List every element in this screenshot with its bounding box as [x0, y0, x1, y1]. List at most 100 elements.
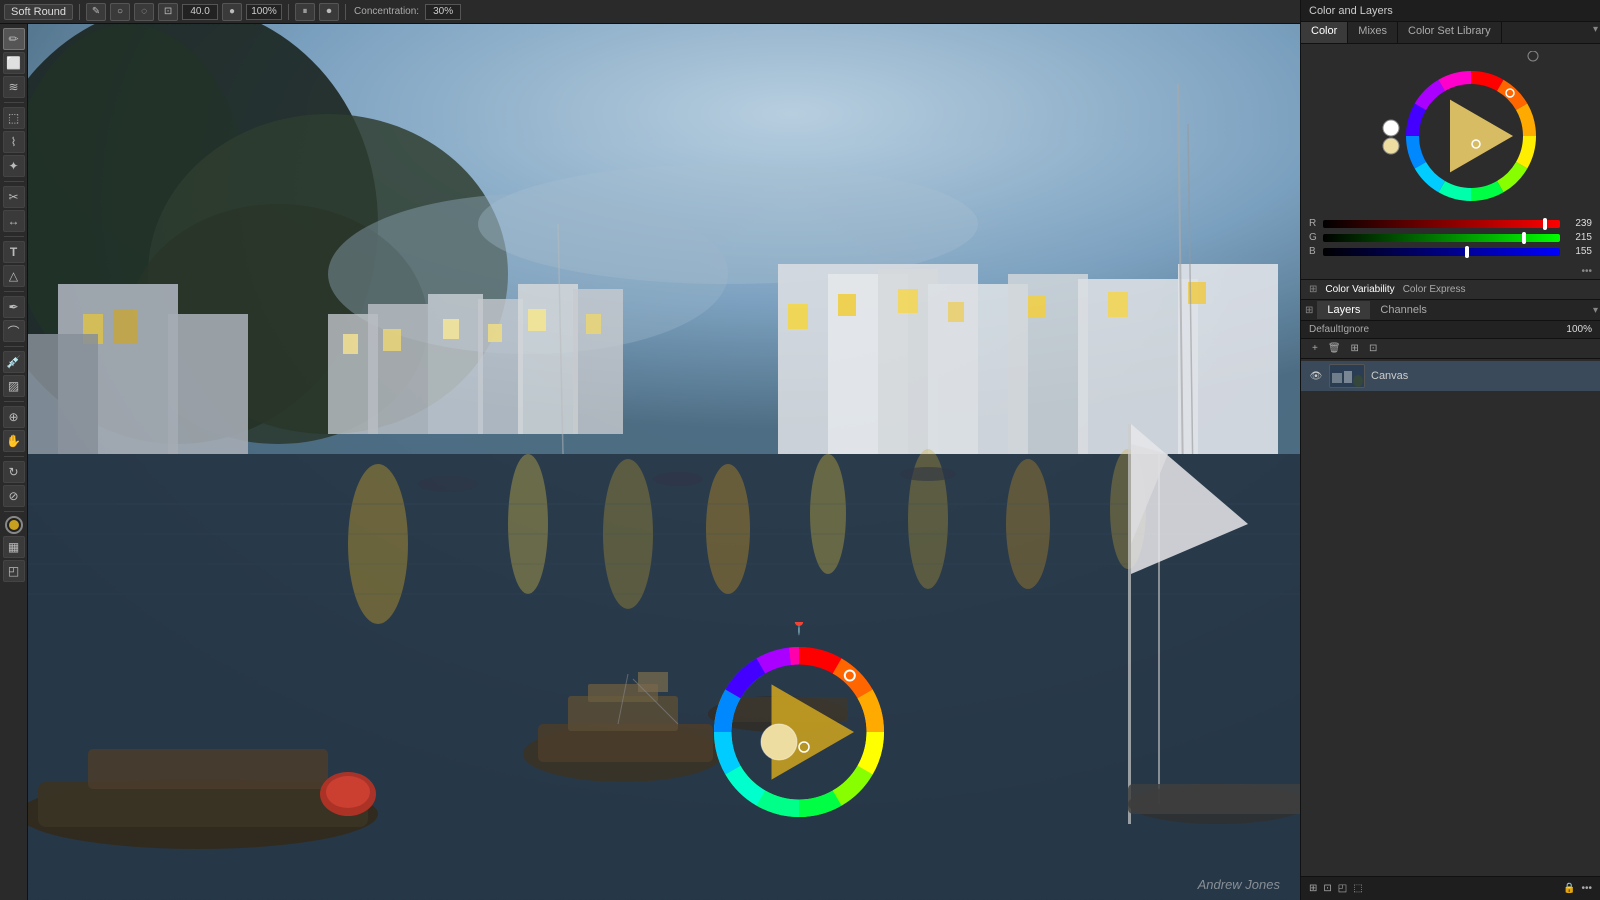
b-value: 155 — [1564, 246, 1592, 257]
text-tool[interactable]: T — [3, 241, 25, 263]
color-variability-section: ⊞ Color Variability Color Express — [1301, 279, 1600, 299]
new-layer-btn[interactable]: + — [1309, 342, 1321, 355]
tool-separator-4 — [4, 291, 24, 292]
panel-btn-2[interactable]: ⊡ — [1323, 883, 1331, 894]
g-value: 215 — [1564, 232, 1592, 243]
color-tab-library[interactable]: Color Set Library — [1398, 22, 1502, 43]
color-variability-label[interactable]: Color Variability — [1325, 284, 1394, 295]
shape-tool[interactable]: △ — [3, 265, 25, 287]
painting-canvas[interactable]: 📍 — [28, 24, 1300, 900]
magic-wand-tool[interactable]: ✦ — [3, 155, 25, 177]
panel-color-wheel-svg[interactable] — [1361, 51, 1541, 211]
layers-tab-layers[interactable]: Layers — [1317, 301, 1370, 319]
b-label: B — [1309, 246, 1319, 257]
layers-panel-menu-icon[interactable]: ▾ — [1591, 303, 1600, 318]
location-pin-icon: 📍 — [789, 622, 809, 636]
duplicate-layer-btn[interactable]: ⊡ — [1366, 342, 1380, 355]
eyedropper-tool[interactable]: 💉 — [3, 351, 25, 373]
color-panel-menu-icon[interactable]: ▾ — [1591, 22, 1600, 43]
layers-tabs: ⊞ Layers Channels ▾ — [1301, 299, 1600, 321]
paper-texture-tool[interactable]: ▦ — [3, 536, 25, 558]
zoom-tool[interactable]: ⊕ — [3, 406, 25, 428]
tool-separator-5 — [4, 346, 24, 347]
author-watermark: Andrew Jones — [1198, 877, 1280, 892]
size-slider-btn[interactable]: ● — [222, 3, 242, 21]
canvas-area: 📍 — [28, 24, 1300, 900]
b-slider-track[interactable] — [1323, 248, 1560, 256]
brush-shape-btn[interactable]: ○ — [110, 3, 130, 21]
color-dots-menu[interactable]: ••• — [1581, 266, 1592, 277]
group-layer-btn[interactable]: ⊞ — [1348, 342, 1362, 355]
lasso-tool[interactable]: ⌇ — [3, 131, 25, 153]
panel-color-wheel[interactable] — [1301, 44, 1600, 214]
r-slider-thumb[interactable] — [1543, 218, 1547, 230]
rotate-canvas-tool[interactable]: ↻ — [3, 461, 25, 483]
tool-separator-7 — [4, 456, 24, 457]
hand-tool[interactable]: ✋ — [3, 430, 25, 452]
layers-opacity-value: 100% — [1566, 324, 1592, 335]
color-express-label[interactable]: Color Express — [1403, 284, 1466, 295]
eraser-tool[interactable]: ⬜ — [3, 52, 25, 74]
layers-tab-channels[interactable]: Channels — [1370, 301, 1436, 319]
pause-btn[interactable]: ⏸ — [295, 3, 315, 21]
panel-btn-1[interactable]: ⊞ — [1309, 883, 1317, 894]
brush-name-label: Soft Round — [4, 4, 73, 20]
mirror-tool[interactable]: ⊘ — [3, 485, 25, 507]
layer-item-canvas[interactable]: 👁 Canvas — [1301, 361, 1600, 391]
b-slider-thumb[interactable] — [1465, 246, 1469, 258]
crop-tool[interactable]: ✂ — [3, 186, 25, 208]
layer-visibility-icon[interactable]: 👁 — [1309, 369, 1323, 383]
tool-separator-2 — [4, 181, 24, 182]
r-value: 239 — [1564, 218, 1592, 229]
layer-name-canvas: Canvas — [1371, 370, 1592, 382]
color-tab-color[interactable]: Color — [1301, 22, 1348, 43]
panel-lock-icon[interactable]: 🔒 — [1563, 883, 1575, 894]
tool-separator-6 — [4, 401, 24, 402]
opacity-input[interactable] — [246, 4, 282, 20]
g-label: G — [1309, 232, 1319, 243]
bezier-tool[interactable]: ⌒ — [3, 320, 25, 342]
layer-thumbnail — [1329, 364, 1365, 388]
panel-dots-icon[interactable]: ••• — [1581, 883, 1592, 894]
g-slider-thumb[interactable] — [1522, 232, 1526, 244]
brush-options-btn[interactable]: ⊡ — [158, 3, 178, 21]
record-btn[interactable]: ⏺ — [319, 3, 339, 21]
panel-title-text: Color and Layers — [1309, 5, 1393, 17]
panel-bottom-toolbar: ⊞ ⊡ ◰ ⬚ 🔒 ••• — [1301, 876, 1600, 900]
r-slider-track[interactable] — [1323, 220, 1560, 228]
panel-btn-3[interactable]: ◰ — [1338, 883, 1347, 894]
layers-default-label: Default — [1309, 324, 1341, 335]
concentration-input[interactable] — [425, 4, 461, 20]
brush-icon-btn[interactable]: ✎ — [86, 3, 106, 21]
delete-layer-btn[interactable]: 🗑 — [1325, 342, 1344, 355]
r-slider-row: R 239 — [1309, 218, 1592, 229]
color-tab-mixes[interactable]: Mixes — [1348, 22, 1398, 43]
color-options-btn[interactable] — [1528, 51, 1538, 61]
layers-ignore-label: Ignore — [1341, 324, 1369, 335]
layers-toolbar: + 🗑 ⊞ ⊡ — [1301, 339, 1600, 359]
rgb-sliders: R 239 G 215 B 155 — [1301, 214, 1600, 264]
right-panel: Color and Layers Color Mixes Color Set L… — [1300, 0, 1600, 900]
brush-type-btn[interactable]: ◌ — [134, 3, 154, 21]
b-slider-row: B 155 — [1309, 246, 1592, 257]
floating-color-picker[interactable]: 📍 — [689, 622, 909, 845]
left-toolbar: ✏ ⬜ ≋ ⬚ ⌇ ✦ ✂ ↔ T △ ✒ ⌒ 💉 ▨ ⊕ ✋ ↻ ⊘ ▦ ◰ — [0, 24, 28, 900]
color-swatch-tool[interactable] — [5, 516, 23, 534]
panel-btn-4[interactable]: ⬚ — [1353, 883, 1362, 894]
tool-separator-3 — [4, 236, 24, 237]
tool-separator-8 — [4, 511, 24, 512]
select-rect-tool[interactable]: ⬚ — [3, 107, 25, 129]
layer-btn[interactable]: ◰ — [3, 560, 25, 582]
g-slider-track[interactable] — [1323, 234, 1560, 242]
color-wheel-large[interactable]: 📍 — [689, 622, 909, 842]
smudge-tool[interactable]: ≋ — [3, 76, 25, 98]
color-tabs: Color Mixes Color Set Library ▾ — [1301, 22, 1600, 44]
tool-separator-1 — [4, 102, 24, 103]
brush-tool[interactable]: ✏ — [3, 28, 25, 50]
pen-tool[interactable]: ✒ — [3, 296, 25, 318]
toolbar-separator-2 — [288, 4, 289, 20]
fill-tool[interactable]: ▨ — [3, 375, 25, 397]
transform-tool[interactable]: ↔ — [3, 210, 25, 232]
painting-background — [28, 24, 1300, 900]
size-input[interactable] — [182, 4, 218, 20]
